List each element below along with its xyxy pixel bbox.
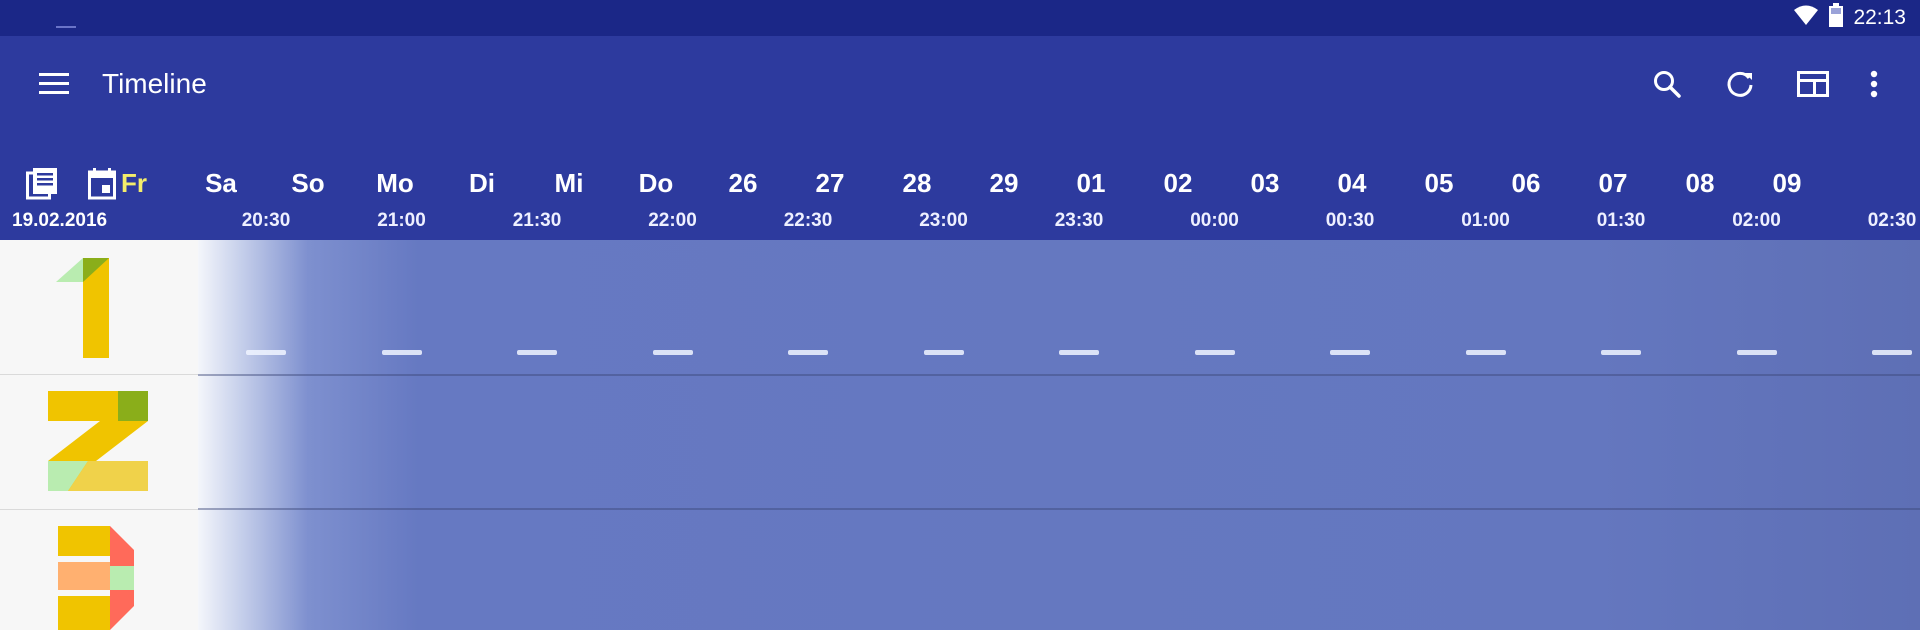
- time-tick: 21:00: [377, 210, 426, 231]
- notification-indicator: [56, 26, 76, 28]
- row-divider: [198, 508, 1920, 510]
- day-selector: Fr Sa So Mo Di Mi Do 26 27 28 29 01 02 03 04 05 06 07 08 09: [0, 160, 1920, 208]
- search-icon[interactable]: [1645, 62, 1689, 106]
- status-time: 22:13: [1853, 6, 1906, 29]
- grid-marker: [381, 350, 422, 355]
- grid-marker: [1465, 350, 1506, 355]
- page-title: Timeline: [102, 68, 207, 99]
- day-tab-27[interactable]: 27: [800, 168, 860, 199]
- day-tab-sa[interactable]: Sa: [191, 168, 251, 199]
- time-tick: 01:00: [1461, 210, 1510, 231]
- day-tab-mi[interactable]: Mi: [539, 168, 599, 199]
- day-tab-fr[interactable]: Fr: [104, 168, 164, 199]
- day-tab-do[interactable]: Do: [626, 168, 686, 199]
- program-grid[interactable]: [198, 240, 1920, 630]
- day-tab-02[interactable]: 02: [1148, 168, 1208, 199]
- grid-marker: [1601, 350, 1641, 355]
- time-tick: 22:30: [783, 210, 833, 231]
- day-tab-28[interactable]: 28: [887, 168, 947, 199]
- time-tick: 22:00: [648, 210, 697, 231]
- day-tab-di[interactable]: Di: [452, 168, 512, 199]
- day-tab-06[interactable]: 06: [1496, 168, 1556, 199]
- day-tab-08[interactable]: 08: [1670, 168, 1730, 199]
- menu-icon[interactable]: [32, 62, 76, 106]
- refresh-icon[interactable]: [1718, 62, 1762, 106]
- time-tick: 00:30: [1325, 210, 1375, 231]
- grid-marker: [1194, 350, 1235, 355]
- battery-icon: [1829, 3, 1844, 33]
- grid-marker: [1736, 350, 1777, 355]
- day-tab-07[interactable]: 07: [1583, 168, 1643, 199]
- view-layout-icon[interactable]: [1791, 62, 1835, 106]
- time-tick: 23:00: [919, 210, 968, 231]
- row-divider: [198, 374, 1920, 376]
- time-tick: 01:30: [1596, 210, 1646, 231]
- time-tick: 23:30: [1054, 210, 1104, 231]
- status-bar: 22:13: [0, 0, 1920, 36]
- channel-row-3[interactable]: 3: [0, 510, 198, 644]
- wifi-icon: [1793, 4, 1819, 32]
- time-tick: 02:00: [1732, 210, 1781, 231]
- guide-list-icon[interactable]: [24, 166, 60, 202]
- grid-marker: [923, 350, 964, 355]
- day-tab-so[interactable]: So: [278, 168, 338, 199]
- day-tab-04[interactable]: 04: [1322, 168, 1382, 199]
- channel-row-1[interactable]: 1: [0, 240, 198, 375]
- channel-2-logo-icon: 2: [48, 391, 148, 491]
- current-date: 19.02.2016: [12, 210, 108, 231]
- grid-marker: [246, 350, 286, 355]
- day-tab-29[interactable]: 29: [974, 168, 1034, 199]
- status-bar-right: 22:13: [1793, 0, 1906, 36]
- grid-marker: [652, 350, 693, 355]
- day-tab-mo[interactable]: Mo: [365, 168, 425, 199]
- time-tick: 20:30: [241, 210, 291, 231]
- time-tick: 02:30: [1867, 210, 1917, 231]
- grid-marker: [788, 350, 828, 355]
- time-tick: 21:30: [512, 210, 562, 231]
- day-tab-05[interactable]: 05: [1409, 168, 1469, 199]
- day-tab-03[interactable]: 03: [1235, 168, 1295, 199]
- channel-1-logo-icon: 1: [56, 258, 109, 358]
- channel-3-logo-icon: 3: [58, 526, 134, 630]
- grid-marker: [1059, 350, 1099, 355]
- day-tab-26[interactable]: 26: [713, 168, 773, 199]
- grid-marker: [1872, 350, 1912, 355]
- day-tab-09[interactable]: 09: [1757, 168, 1817, 199]
- channel-row-2[interactable]: 2: [0, 375, 198, 510]
- time-tick: 00:00: [1190, 210, 1239, 231]
- day-tab-01[interactable]: 01: [1061, 168, 1121, 199]
- app-toolbar: Timeline: [0, 36, 1920, 160]
- grid-marker: [1330, 350, 1370, 355]
- grid-marker: [517, 350, 557, 355]
- time-ruler: 19.02.2016 20:30 21:00 21:30 22:00 22:30 23:0…: [0, 208, 1920, 240]
- channel-column: 1 2 3: [0, 240, 198, 630]
- more-vert-icon[interactable]: [1852, 62, 1896, 106]
